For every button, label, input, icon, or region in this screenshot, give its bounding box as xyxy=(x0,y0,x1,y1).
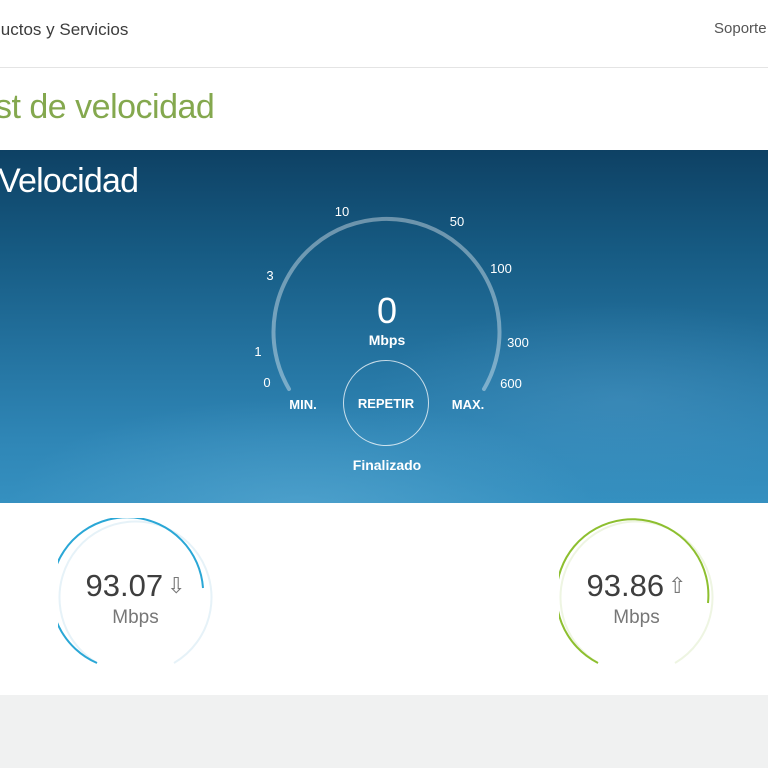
gauge-tick-label: 600 xyxy=(500,376,522,391)
download-arrow-icon: ⇩ xyxy=(167,573,186,598)
page-title: st de velocidad xyxy=(0,88,215,126)
current-speed-value: 0 xyxy=(376,290,398,331)
gauge-tick-label: 1 xyxy=(254,344,262,359)
upload-result: 93.86 ⇧ Mbps xyxy=(559,518,714,668)
upload-arrow-icon: ⇧ xyxy=(668,573,687,598)
speedtest-banner: Velocidad 0 1 3 10 50 100 300 600 0 Mbps… xyxy=(0,150,768,503)
download-speed-value: 93.07 xyxy=(85,568,164,603)
test-status: Finalizado xyxy=(352,457,422,473)
nav-productos-servicios-link[interactable]: luctos y Servicios xyxy=(0,20,128,40)
gauge-tick-label: 50 xyxy=(449,214,465,229)
gauge-tick-label: 300 xyxy=(507,335,529,350)
upload-speed-value: 93.86 xyxy=(586,568,665,603)
download-speed-unit: Mbps xyxy=(112,607,159,628)
nav-soporte-link[interactable]: Soporte xyxy=(714,20,767,37)
footer-area xyxy=(0,695,768,768)
gauge-tick-label: 10 xyxy=(334,204,350,219)
gauge-tick-label: 3 xyxy=(266,268,274,283)
top-navigation-bar: luctos y Servicios Soporte xyxy=(0,0,768,68)
current-speed-unit: Mbps xyxy=(368,332,406,348)
gauge-tick-label: 100 xyxy=(490,261,512,276)
upload-speed-unit: Mbps xyxy=(613,607,660,628)
gauge-max-label: MAX. xyxy=(451,397,485,412)
download-result: 93.07 ⇩ Mbps xyxy=(58,518,213,668)
gauge-min-label: MIN. xyxy=(289,397,317,412)
repeat-test-button[interactable]: REPETIR xyxy=(343,360,429,446)
gauge-tick-label: 0 xyxy=(263,375,271,390)
